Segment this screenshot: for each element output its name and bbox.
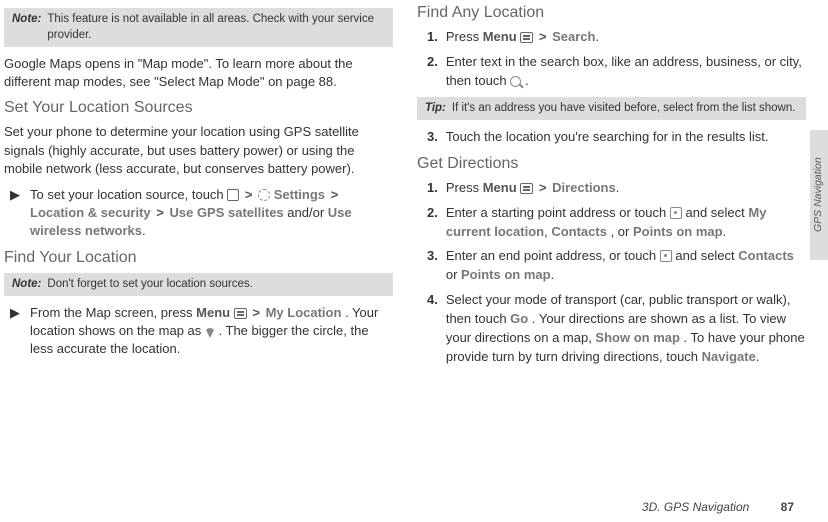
- heading-get-directions: Get Directions: [417, 155, 806, 173]
- location-pin-icon: [205, 328, 215, 338]
- step-number: 2.: [417, 53, 438, 91]
- bullet-marker: ▶: [4, 186, 20, 241]
- location-icon: [660, 250, 672, 262]
- breadcrumb-separator: >: [243, 187, 255, 202]
- menu-icon: [234, 308, 247, 319]
- note-box-availability: Note: This feature is not available in a…: [4, 8, 393, 47]
- step-number: 3.: [417, 128, 438, 147]
- page-number: 87: [781, 500, 794, 514]
- note-label: Note:: [12, 12, 41, 43]
- search-icon: [510, 76, 521, 87]
- step-number: 3.: [417, 247, 438, 285]
- location-icon: [670, 207, 682, 219]
- step-find-3: 3. Touch the location you're searching f…: [417, 128, 806, 147]
- apps-icon: [227, 189, 239, 201]
- step-content: Enter a starting point address or touch …: [446, 204, 806, 242]
- step-content: Select your mode of transport (car, publ…: [446, 291, 806, 366]
- step-content: Enter text in the search box, like an ad…: [446, 53, 806, 91]
- step-content: Press Menu > Directions.: [446, 179, 619, 198]
- note-label: Note:: [12, 277, 41, 293]
- step-find-2: 2. Enter text in the search box, like an…: [417, 53, 806, 91]
- menu-icon: [520, 183, 533, 194]
- tip-label: Tip:: [425, 101, 446, 117]
- tip-text: If it's an address you have visited befo…: [452, 101, 798, 117]
- paragraph-location-sources: Set your phone to determine your locatio…: [4, 123, 393, 178]
- note-box-location-sources: Note: Don't forget to set your location …: [4, 273, 393, 297]
- page-footer: 3D. GPS Navigation 87: [0, 500, 828, 514]
- breadcrumb-separator: >: [154, 205, 166, 220]
- tip-box-visited-address: Tip: If it's an address you have visited…: [417, 97, 806, 121]
- heading-set-location-sources: Set Your Location Sources: [4, 99, 393, 117]
- step-dir-2: 2. Enter a starting point address or tou…: [417, 204, 806, 242]
- heading-find-any-location: Find Any Location: [417, 4, 806, 22]
- breadcrumb-separator: >: [250, 305, 262, 320]
- bullet-set-location-source: ▶ To set your location source, touch > S…: [4, 186, 393, 241]
- sidebar-section-tab: GPS Navigation: [810, 130, 828, 260]
- step-number: 4.: [417, 291, 438, 366]
- menu-icon: [520, 32, 533, 43]
- settings-icon: [258, 189, 270, 201]
- breadcrumb-separator: >: [329, 187, 341, 202]
- heading-find-your-location: Find Your Location: [4, 249, 393, 267]
- note-text: Don't forget to set your location source…: [47, 277, 385, 293]
- bullet-marker: ▶: [4, 304, 20, 359]
- step-dir-1: 1. Press Menu > Directions.: [417, 179, 806, 198]
- step-content: Enter an end point address, or touch and…: [446, 247, 806, 285]
- note-text: This feature is not available in all are…: [47, 12, 385, 43]
- step-dir-4: 4. Select your mode of transport (car, p…: [417, 291, 806, 366]
- step-number: 1.: [417, 28, 438, 47]
- step-content: Press Menu > Search.: [446, 28, 599, 47]
- breadcrumb-separator: >: [537, 29, 549, 44]
- paragraph-map-mode: Google Maps opens in "Map mode". To lear…: [4, 55, 393, 91]
- bullet-content: From the Map screen, press Menu > My Loc…: [30, 304, 393, 359]
- bullet-content: To set your location source, touch > Set…: [30, 186, 393, 241]
- step-number: 1.: [417, 179, 438, 198]
- step-content: Touch the location you're searching for …: [446, 128, 769, 147]
- step-dir-3: 3. Enter an end point address, or touch …: [417, 247, 806, 285]
- breadcrumb-separator: >: [537, 180, 549, 195]
- bullet-find-location: ▶ From the Map screen, press Menu > My L…: [4, 304, 393, 359]
- step-find-1: 1. Press Menu > Search.: [417, 28, 806, 47]
- step-number: 2.: [417, 204, 438, 242]
- left-column: Note: This feature is not available in a…: [4, 4, 393, 476]
- footer-section-name: 3D. GPS Navigation: [642, 500, 749, 514]
- right-column: Find Any Location 1. Press Menu > Search…: [417, 4, 806, 476]
